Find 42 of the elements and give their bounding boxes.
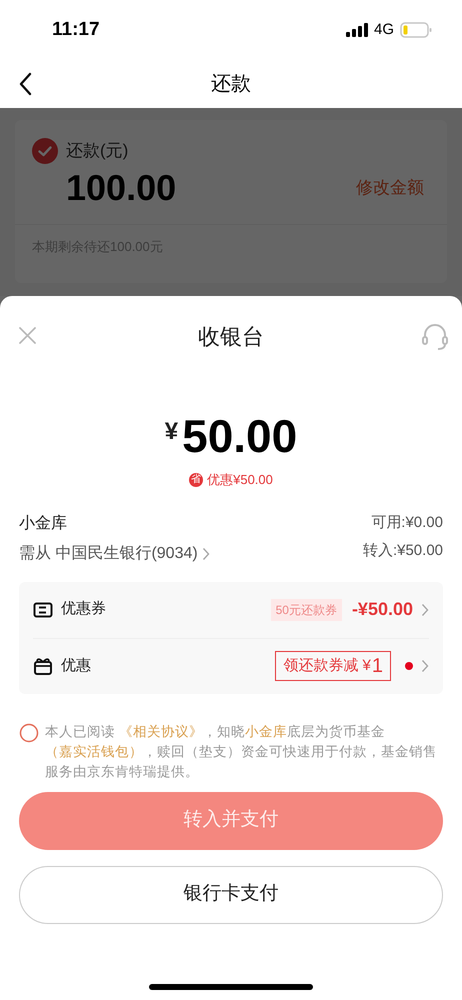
back-button[interactable]: [18, 72, 32, 96]
bank-card-pay-button[interactable]: 银行卡支付: [19, 866, 443, 924]
battery-icon: [400, 22, 432, 38]
promo-tag[interactable]: 领还款券减 ¥1: [275, 651, 391, 681]
agreement-checkbox[interactable]: [19, 722, 39, 742]
currency-symbol: ¥: [164, 417, 178, 447]
chevron-icon: [421, 602, 429, 616]
close-button[interactable]: [19, 327, 36, 344]
available-balance: 可用:¥0.00: [371, 512, 443, 532]
offer-row[interactable]: 优惠 领还款券减 ¥1: [33, 638, 429, 694]
pay-amount: 50.00: [182, 410, 298, 462]
chevron-icon: [202, 546, 210, 560]
sheet-title: 收银台: [198, 322, 264, 350]
support-button[interactable]: [421, 323, 449, 351]
offer-row[interactable]: 优惠券 50元还款券 -¥50.00: [33, 582, 429, 638]
transfer-amount: 转入:¥50.00: [362, 541, 443, 561]
headset-icon: [421, 323, 449, 351]
signal-icon: [346, 23, 368, 37]
discount-badge: 省: [189, 472, 204, 487]
chevron-icon: [421, 659, 429, 673]
agreement-link[interactable]: 小金库: [244, 724, 287, 738]
fund-name: 小金库: [19, 514, 68, 534]
network-label: 4G: [374, 20, 394, 40]
repay-label: 还款(元): [66, 140, 128, 162]
coupon-tag: 50元还款券: [270, 598, 342, 620]
gift-icon: [33, 657, 53, 675]
agreement-link[interactable]: 《相关协议》: [118, 724, 203, 738]
back-icon: [18, 72, 32, 96]
coupon-value: -¥50.00: [352, 598, 413, 621]
offer-label: 优惠: [61, 656, 91, 676]
agreement-link[interactable]: （嘉实活钱包）: [45, 744, 143, 758]
coupon-icon: [33, 602, 53, 618]
status-time: 11:17: [52, 18, 100, 42]
agreement-text: 本人已阅读 《相关协议》，知晓小金库底层为货币基金 （嘉实活钱包），赎回（垫支）资金可快速用于付款，基金销售服务由京东肯特瑞提供。: [45, 722, 438, 780]
discount-text: 优惠¥50.00: [207, 471, 273, 489]
offer-label: 优惠券: [61, 599, 106, 620]
checkbox[interactable]: [32, 138, 58, 164]
source-bank-link[interactable]: 需从 中国民生银行(9034): [19, 542, 210, 566]
repay-amount: 100.00: [66, 166, 176, 210]
edit-amount-link[interactable]: 修改金额: [356, 175, 424, 201]
close-icon: [19, 327, 36, 344]
page-title: 还款: [211, 72, 251, 97]
